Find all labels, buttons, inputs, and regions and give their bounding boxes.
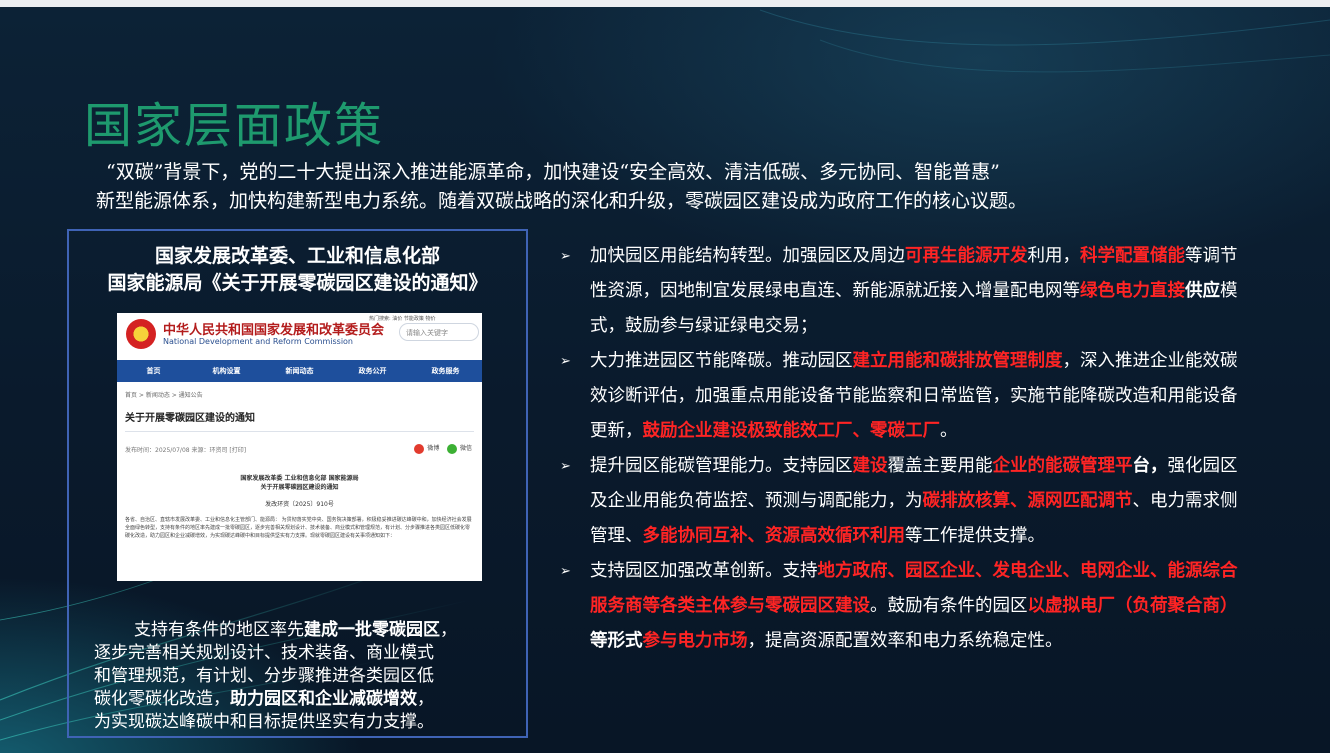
point-text: 等工作提供支撑。 [905,526,1045,546]
notice-heading-line-2: 国家能源局《关于开展零碳园区建设的通知》 [107,272,488,294]
point-text: ，提高资源配置效率和电力系统稳定性。 [747,631,1063,651]
point-text: 覆盖主要用能 [887,456,993,476]
doc-heading-2: 关于开展零碳园区建设的通知 [260,484,339,491]
intro-paragraph: “双碳”背景下，党的二十大提出深入推进能源革命，加快建设“安全高效、清洁低碳、多… [96,158,1216,216]
site-org-name-cn: 中华人民共和国国家发展和改革委员会 [163,323,385,338]
share-weibo-label: 微博 [427,445,440,452]
notice-heading-line-1: 国家发展改革委、工业和信息化部 [154,245,440,267]
arrow-bullet-icon: ➢ [560,459,571,474]
point-highlight: 科学配置储能 [1080,246,1185,266]
point-highlight: 以虚拟电厂（负荷聚合商） [1027,596,1238,616]
policy-point-text: 支持园区加强改革创新。支持地方政府、园区企业、发电企业、电网企业、能源综合服务商… [590,561,1238,651]
policy-points: ➢ 加快园区用能结构转型。加强园区及周边可再生能源开发利用，科学配置储能等调节性资… [560,239,1240,659]
point-highlight: 台， [1132,456,1168,476]
policy-point: ➢ 支持园区加强改革创新。支持地方政府、园区企业、发电企业、电网企业、能源综合服务… [560,554,1240,659]
site-nav-item: 新闻动态 [285,367,314,375]
arrow-bullet-icon: ➢ [560,564,571,579]
summary-emphasis: 助力园区和企业减碳增效 [230,689,417,709]
share-wechat-label: 微信 [459,445,472,452]
site-nav-item: 首页 [146,367,161,375]
summary-text: 支持有条件的地区率先 [134,620,304,640]
point-text: 支持园区加强改革创新。支持 [590,561,818,581]
national-emblem-icon [126,319,156,349]
arrow-bullet-icon: ➢ [560,249,571,264]
site-hot-links: 热门搜索: 油价 节能政策 物价 [369,316,436,322]
point-highlight: 建设 [852,456,888,476]
notice-box: 国家发展改革委、工业和信息化部 国家能源局《关于开展零碳园区建设的通知》 中华人… [67,229,528,738]
policy-point: ➢ 加快园区用能结构转型。加强园区及周边可再生能源开发利用，科学配置储能等调节性资… [560,239,1240,344]
summary-line: 逐步完善相关规划设计、技术装备、商业模式 [94,643,434,663]
point-text: 提升园区能碳管理能力。支持园区 [590,456,853,476]
point-text: 加快园区用能结构转型。加强园区及周边 [590,246,905,266]
page-title: 国家层面政策 [84,98,385,154]
point-text: 。鼓励有条件的园区 [870,596,1028,616]
point-highlight: 鼓励企业建设极致能效工厂、零碳工厂 [642,421,941,441]
policy-point-text: 加快园区用能结构转型。加强园区及周边可再生能源开发利用，科学配置储能等调节性资源… [590,246,1238,336]
notice-heading: 国家发展改革委、工业和信息化部 国家能源局《关于开展零碳园区建设的通知》 [69,243,526,297]
summary-text: ， [417,689,434,709]
policy-point-text: 大力推进园区节能降碳。推动园区建立用能和碳排放管理制度，深入推进企业能效碳效诊断… [590,351,1238,441]
wechat-icon [446,443,457,454]
intro-line-2: 新型能源体系，加快构建新型电力系统。随着双碳战略的深化和升级，零碳园区建设成为政… [96,190,1028,212]
site-search-input: 请输入关键字 [399,323,479,341]
summary-line: 支持有条件的地区率先建成一批零碳园区， [94,619,514,642]
point-highlight: 可再生能源开发 [905,246,1028,266]
weibo-icon [414,443,425,454]
notice-summary: 支持有条件的地区率先建成一批零碳园区， 逐步完善相关规划设计、技术装备、商业模式… [94,619,514,734]
doc-body: 各省、自治区、直辖市发展改革委、工业和信息化主管部门、能源局： 为贯彻落实党中央… [125,517,472,539]
site-nav-item: 政务公开 [358,367,387,375]
doc-heading-1: 国家发展改革委 工业和信息化部 国家能源局 [240,475,359,482]
summary-text: 碳化零碳化改造， [94,689,230,709]
point-text: 大力推进园区节能降碳。推动园区 [590,351,853,371]
summary-line: 和管理规范，有计划、分步骤推进各类园区低 [94,666,434,686]
point-highlight: 参与电力市场 [642,631,748,651]
site-header: 中华人民共和国国家发展和改革委员会 National Development a… [117,313,482,360]
site-nav: 首页 机构设置 新闻动态 政务公开 政务服务 [117,360,482,382]
point-highlight: 绿色电力直接 [1080,281,1185,301]
point-text: 利用， [1027,246,1081,266]
intro-line-1: “双碳”背景下，党的二十大提出深入推进能源革命，加快建设“安全高效、清洁低碳、多… [106,161,1000,183]
point-highlight: 建立用能和碳排放管理制度 [852,351,1063,371]
summary-line: 碳化零碳化改造，助力园区和企业减碳增效， [94,688,514,711]
point-highlight: 多能协同互补、资源高效循环利用 [642,526,906,546]
point-highlight: 等形式 [590,631,643,651]
policy-point: ➢ 大力推进园区节能降碳。推动园区建立用能和碳排放管理制度，深入推进企业能效碳效诊… [560,344,1240,449]
point-highlight: 企业的能碳管理平 [992,456,1133,476]
site-nav-item: 政务服务 [431,367,460,375]
summary-line: 为实现碳达峰碳中和目标提供坚实有力支撑。 [94,712,434,732]
site-org-name-en: National Development and Reform Commissi… [163,337,353,346]
policy-point: ➢ 提升园区能碳管理能力。支持园区建设覆盖主要用能企业的能碳管理平台，强化园区及企… [560,449,1240,554]
site-breadcrumb: 首页 > 新闻动态 > 通知公告 [125,392,203,399]
arrow-bullet-icon: ➢ [560,354,571,369]
article-title: 关于开展零碳园区建设的通知 [125,413,255,424]
ndrc-website-screenshot: 中华人民共和国国家发展和改革委员会 National Development a… [117,313,482,581]
site-nav-item: 机构设置 [212,367,241,375]
summary-emphasis: 建成一批零碳园区 [304,620,440,640]
share-links: 微博 微信 [414,443,472,454]
point-highlight: 供应 [1185,281,1220,301]
policy-point-text: 提升园区能碳管理能力。支持园区建设覆盖主要用能企业的能碳管理平台，强化园区及企业… [590,456,1238,546]
article-meta: 发布时间：2025/07/08 来源：环资司 [打印] [125,447,247,454]
article-divider [125,431,474,432]
summary-text: ， [440,620,457,640]
point-highlight: 碳排放核算、源网匹配调节 [922,491,1133,511]
point-text: 。 [940,421,958,441]
doc-number: 发改环资〔2025〕910号 [265,501,334,508]
